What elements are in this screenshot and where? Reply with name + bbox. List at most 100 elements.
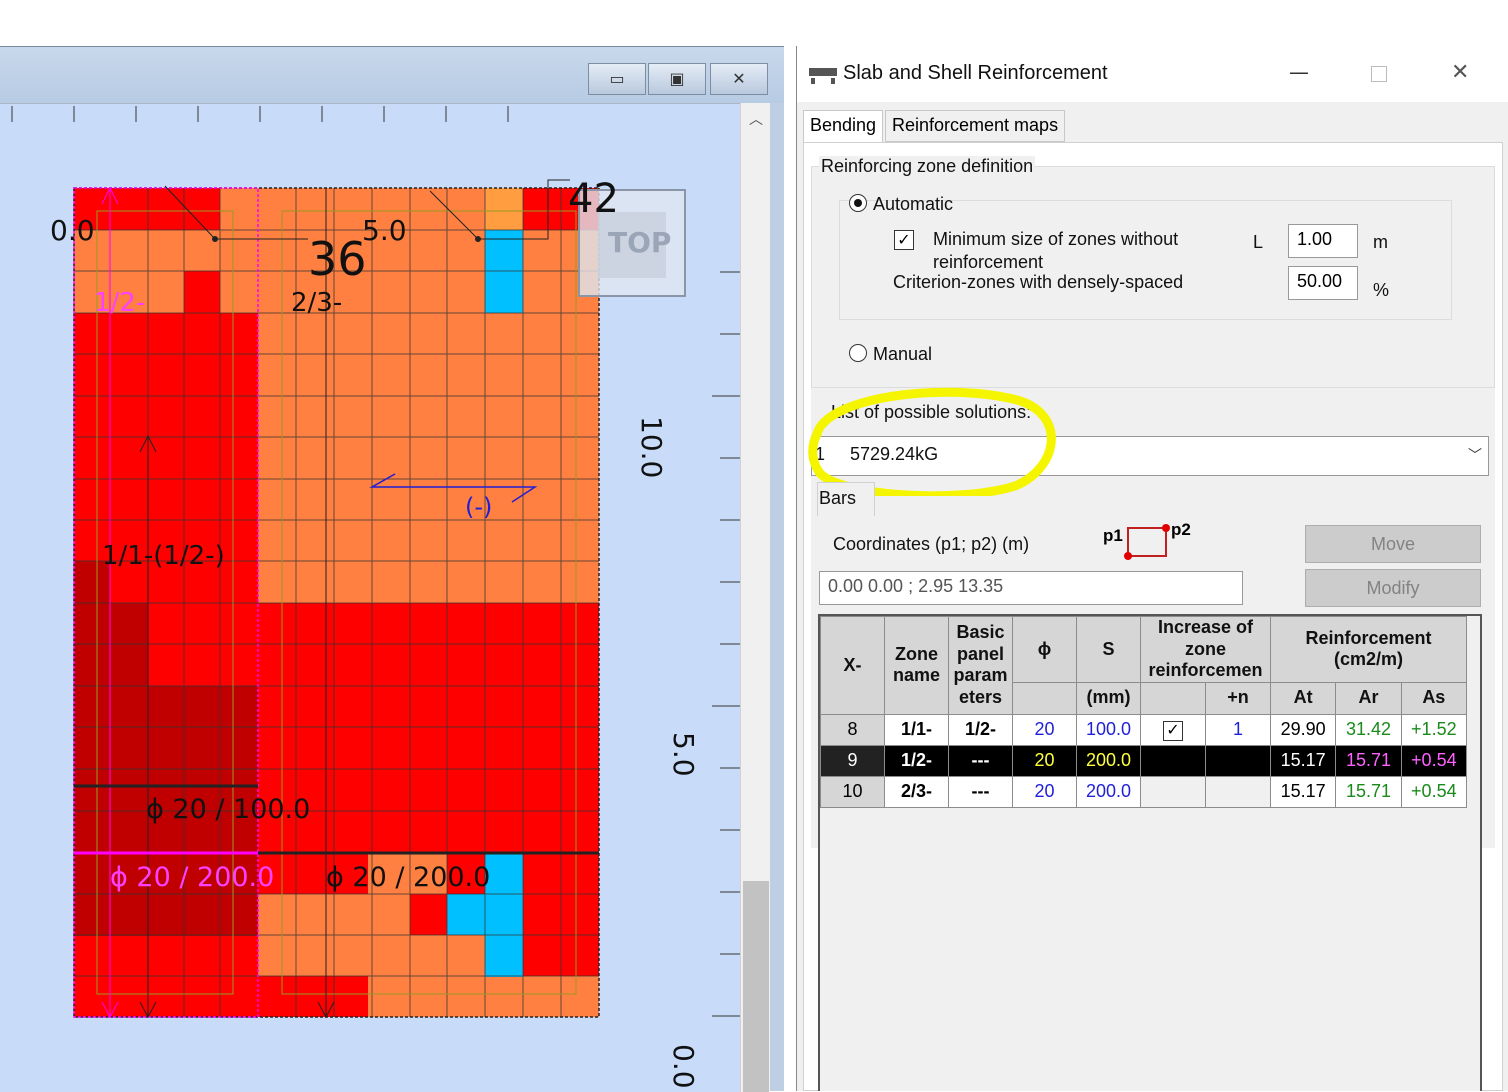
ruler-label-y5: 5.0 [667, 732, 700, 777]
highlight-ring [808, 387, 1056, 496]
cell-s[interactable]: 200.0 [1076, 775, 1141, 808]
cell-as: +1.52 [1400, 713, 1468, 746]
manual-radio[interactable] [849, 344, 867, 362]
cell-n[interactable] [1205, 775, 1271, 808]
move-button[interactable]: Move [1305, 525, 1481, 563]
col-phi-unit [1012, 681, 1077, 715]
tab-bending[interactable]: Bending [803, 110, 884, 144]
dialog-maximize-icon[interactable] [1371, 66, 1387, 82]
cell-ar: 15.71 [1335, 775, 1402, 808]
cell-ar: 31.42 [1335, 713, 1402, 746]
cell-n[interactable] [1205, 744, 1271, 777]
cell-s[interactable]: 200.0 [1076, 744, 1141, 777]
drawing-window: ▭ ▣ ✕ ︿ 0.0 5.0 42 36 1/2- 2/3- 1/1-(1/2… [0, 46, 784, 1092]
col-s-unit: (mm) [1076, 681, 1141, 715]
coordinates-label: Coordinates (p1; p2) (m) [833, 534, 1030, 554]
ruler-label-y0: 0.0 [667, 1044, 700, 1089]
col-reinf[interactable]: Reinforcement (cm2/m) [1270, 616, 1467, 683]
cell-phi[interactable]: 20 [1012, 775, 1077, 808]
l-unit: m [1373, 232, 1388, 252]
coordinates-input[interactable]: 0.00 0.00 ; 2.95 13.35 [819, 571, 1243, 605]
top-view-cube[interactable]: TOP [608, 226, 671, 259]
dialog-close-icon[interactable]: ✕ [1451, 60, 1469, 85]
minus-label: (-) [465, 493, 493, 521]
cell-zone: 1/1- [884, 713, 949, 746]
zone-label-1-2: 1/2- [94, 288, 146, 318]
cell-s[interactable]: 100.0 [1076, 713, 1141, 746]
ruler-label-y10: 10.0 [635, 416, 668, 479]
min-size-label-1: Minimum size of zones without [933, 229, 1179, 249]
col-basic[interactable]: Basic panel param eters [948, 616, 1013, 715]
cell-basic: --- [948, 775, 1013, 808]
bars-tab-label: Bars [819, 488, 857, 508]
zone-definition-title: Reinforcing zone definition [819, 156, 1036, 177]
cell-basic: --- [948, 744, 1013, 777]
tab-reinforcement-maps[interactable]: Reinforcement maps [885, 110, 1066, 142]
restore-button[interactable]: ▣ [648, 63, 706, 95]
automatic-label: Automatic [873, 194, 954, 214]
bar-label-2: ϕ 20 / 200.0 [110, 862, 275, 893]
increase-checkbox[interactable]: ✓ [1163, 720, 1183, 741]
label-42: 42 [568, 176, 619, 222]
col-at: At [1269, 681, 1337, 715]
cell-at: 15.17 [1269, 744, 1337, 777]
col-x[interactable]: X- [820, 616, 885, 715]
l-value-input[interactable]: 1.00 [1288, 224, 1358, 258]
drawing-canvas[interactable]: 0.0 5.0 42 36 1/2- 2/3- 1/1-(1/2-) (-) ϕ… [0, 136, 740, 1092]
cell-phi[interactable]: 20 [1012, 713, 1077, 746]
label-36: 36 [308, 232, 367, 286]
automatic-radio[interactable] [849, 194, 867, 212]
slab-map [73, 179, 740, 1019]
cell-check[interactable] [1140, 744, 1206, 777]
criterion-value-input[interactable]: 50.00 [1288, 266, 1358, 300]
bar-label-3: ϕ 20 / 200.0 [326, 862, 491, 893]
cell-check[interactable]: ✓ [1140, 713, 1206, 746]
scroll-up-icon[interactable]: ︿ [749, 109, 763, 129]
cell-x: 9 [820, 744, 885, 777]
ruler-ticks [11, 106, 509, 122]
cell-at: 15.17 [1269, 775, 1337, 808]
col-s[interactable]: S [1076, 616, 1141, 683]
reinforcement-table[interactable]: X- Zone name Basic panel param eters ϕ S… [818, 614, 1482, 1091]
cell-zone: 2/3- [884, 775, 949, 808]
min-size-checkbox[interactable]: ✓ [894, 230, 914, 250]
col-ar: Ar [1335, 681, 1402, 715]
l-label: L [1253, 232, 1264, 252]
col-phi[interactable]: ϕ [1012, 616, 1077, 683]
col-as: As [1400, 681, 1468, 715]
cell-x: 8 [820, 713, 885, 746]
automatic-subgroup [839, 200, 1452, 320]
ruler-label-x0: 0.0 [50, 214, 95, 247]
cell-check[interactable] [1140, 775, 1206, 808]
table-row[interactable]: 8 1/1- 1/2- 20 100.0 ✓ 1 29.90 31.42 +1.… [820, 713, 1468, 746]
cell-n[interactable]: 1 [1205, 713, 1271, 746]
cell-at: 29.90 [1269, 713, 1337, 746]
col-check [1140, 681, 1206, 715]
col-zone[interactable]: Zone name [884, 616, 949, 715]
table-row[interactable]: 10 2/3- --- 20 200.0 15.17 15.71 +0.54 [820, 775, 1468, 808]
manual-label: Manual [873, 344, 933, 364]
p2-label: p2 [1171, 520, 1191, 539]
vertical-scrollbar[interactable]: ︿ [740, 103, 770, 1092]
cell-as: +0.54 [1400, 775, 1468, 808]
dialog-title: Slab and Shell Reinforcement [843, 62, 1108, 84]
cell-ar: 15.71 [1335, 744, 1402, 777]
bar-label-1: ϕ 20 / 100.0 [146, 794, 311, 825]
close-button[interactable]: ✕ [710, 63, 768, 95]
minimize-button[interactable]: ▭ [588, 63, 646, 95]
top-ruler [0, 103, 740, 136]
table-row-selected[interactable]: 9 1/2- --- 20 200.0 15.17 15.71 +0.54 [820, 744, 1468, 777]
col-plus-n: +n [1205, 681, 1271, 715]
criterion-unit: % [1373, 280, 1390, 300]
p1-p2-icon [1124, 524, 1170, 560]
col-increase[interactable]: Increase of zone reinforcemen [1140, 616, 1271, 683]
cell-phi[interactable]: 20 [1012, 744, 1077, 777]
dialog-titlebar: Slab and Shell Reinforcement — ✕ [797, 46, 1508, 102]
scroll-thumb[interactable] [743, 881, 769, 1092]
cell-zone: 1/2- [884, 744, 949, 777]
zone-label-1-1: 1/1-(1/2-) [102, 541, 225, 571]
chevron-down-icon[interactable]: ﹀ [1468, 445, 1482, 465]
app-icon [809, 68, 837, 84]
modify-button[interactable]: Modify [1305, 569, 1481, 607]
dialog-minimize-icon[interactable]: — [1289, 60, 1309, 84]
